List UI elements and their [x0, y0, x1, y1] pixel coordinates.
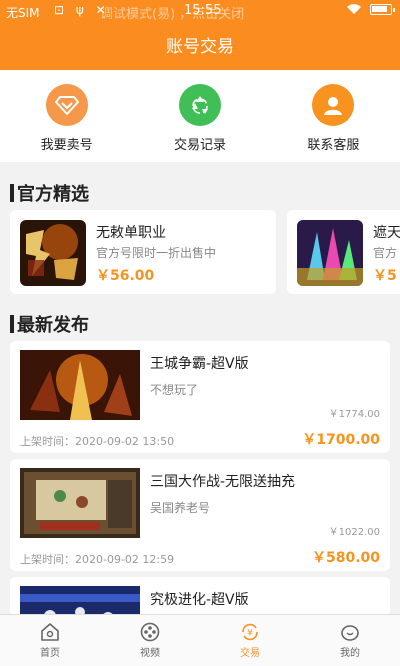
page-title: 账号交易 [0, 24, 400, 70]
wifi-icon [347, 4, 361, 14]
tab-home-label: 首页 [40, 648, 60, 659]
listing-card[interactable]: 王城争霸-超V版 不想玩了 ￥1774.00 上架时间：2020-09-02 1… [10, 341, 390, 453]
listing-time: 上架时间：2020-09-02 12:59 [20, 553, 175, 566]
official-picks-carousel[interactable]: 无敕单职业 官方号限时一折出售中 ￥56.00 遮天 官方 ￥5 [0, 210, 400, 296]
clock: 15:55 [184, 3, 222, 18]
tab-video[interactable]: 视频 [100, 615, 200, 666]
game-thumbnail [297, 220, 363, 286]
profile-icon [341, 625, 359, 641]
trade-icon: ¥ [242, 623, 258, 641]
tab-profile-label: 我的 [340, 648, 360, 659]
listing-desc: 不想玩了 [150, 383, 199, 397]
sim-status: 无SIM [6, 6, 40, 20]
bottom-tab-bar: 首页 视频 ¥ 交易 我的 [0, 614, 400, 666]
listing-name: 王城争霸-超V版 [150, 356, 249, 372]
battery-icon [370, 3, 395, 15]
home-icon [41, 623, 59, 641]
game-thumbnail [20, 220, 86, 286]
listing-time: 上架时间：2020-09-02 13:50 [20, 435, 175, 448]
tab-trade[interactable]: ¥ 交易 [200, 615, 300, 666]
tab-home[interactable]: 首页 [0, 615, 100, 666]
svg-text:¥: ¥ [247, 629, 253, 639]
status-bar: 无SIM ⊡ ψ ✕ 调试模式(易) ，点击关闭 15:55 [0, 0, 400, 24]
official-picks-heading: 官方精选 [10, 180, 89, 206]
contact-service-label: 联系客服 [307, 138, 360, 153]
listing-card[interactable]: 三国大作战-无限送抽充 吴国养老号 ￥1022.00 上架时间：2020-09-… [10, 459, 390, 571]
official-picks-title: 官方精选 [17, 184, 89, 205]
recycle-icon [178, 84, 221, 126]
debug-mode-notice[interactable]: 调试模式(易) ，点击关闭 [100, 3, 244, 22]
game-desc: 官方 [373, 246, 398, 260]
listing-name: 究极进化-超V版 [150, 592, 249, 608]
sell-account-button[interactable]: 我要卖号 [0, 70, 133, 162]
heading-bar [10, 184, 14, 202]
video-icon [140, 622, 160, 642]
game-price: ￥56.00 [96, 268, 155, 284]
sell-account-label: 我要卖号 [40, 138, 93, 153]
game-desc: 官方号限时一折出售中 [96, 246, 217, 260]
tab-profile[interactable]: 我的 [300, 615, 400, 666]
game-price: ￥5 [373, 268, 397, 284]
trade-records-button[interactable]: 交易记录 [133, 70, 266, 162]
trade-records-label: 交易记录 [173, 138, 226, 153]
game-name: 无敕单职业 [96, 225, 166, 241]
tab-video-label: 视频 [140, 648, 160, 659]
user-service-icon [312, 84, 355, 126]
original-price: ￥1022.00 [328, 527, 380, 538]
original-price: ￥1774.00 [328, 409, 380, 420]
contact-service-button[interactable]: 联系客服 [267, 70, 400, 162]
diamond-icon [45, 84, 88, 126]
latest-title: 最新发布 [17, 315, 89, 336]
listing-thumbnail [20, 468, 140, 538]
tab-trade-label: 交易 [240, 648, 260, 659]
listing-desc: 吴国养老号 [150, 501, 211, 515]
latest-heading: 最新发布 [10, 311, 89, 337]
heading-bar [10, 315, 14, 333]
listing-name: 三国大作战-无限送抽充 [150, 474, 296, 490]
quick-actions: 我要卖号 交易记录 联系客服 [0, 70, 400, 162]
listing-thumbnail [20, 350, 140, 420]
official-card[interactable]: 遮天 官方 ￥5 [287, 210, 400, 294]
official-card[interactable]: 无敕单职业 官方号限时一折出售中 ￥56.00 [10, 210, 276, 294]
listing-price: ￥1700.00 [302, 432, 380, 448]
listing-price: ￥580.00 [311, 550, 380, 566]
game-name: 遮天 [373, 225, 400, 241]
